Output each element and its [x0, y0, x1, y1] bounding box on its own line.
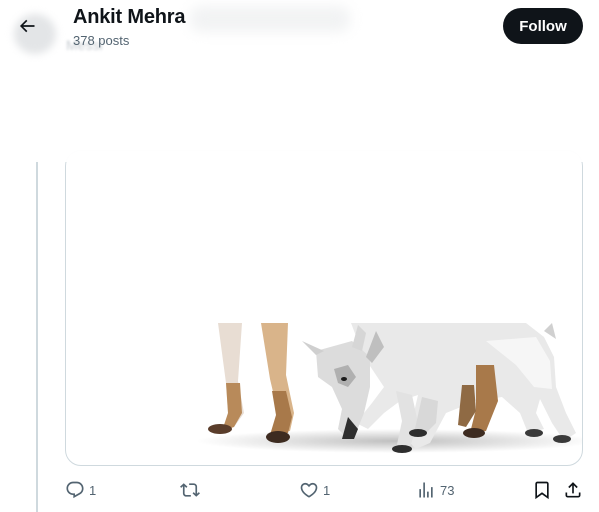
- reply-count: 1: [89, 482, 97, 498]
- profile-name: Ankit Mehra: [73, 6, 186, 28]
- repost-button[interactable]: [180, 476, 204, 504]
- share-button[interactable]: [563, 476, 583, 504]
- arrow-left-icon: [19, 19, 35, 33]
- views-count: 73: [440, 482, 455, 498]
- views-icon: [419, 482, 433, 498]
- profile-header: Messi Ankit Mehra 378 posts Follow: [0, 0, 599, 162]
- bookmark-icon: [535, 481, 549, 500]
- post-media[interactable]: [65, 150, 583, 466]
- reply-button[interactable]: 1: [65, 476, 96, 504]
- bookmark-button[interactable]: [532, 476, 552, 504]
- heart-icon: [300, 482, 318, 498]
- ghost-content: [190, 6, 350, 32]
- follow-button[interactable]: Follow: [503, 8, 583, 44]
- reply-icon: [66, 481, 84, 499]
- posts-count: 378 posts: [73, 33, 130, 48]
- views-button[interactable]: 73: [416, 476, 454, 504]
- like-button[interactable]: 1: [299, 476, 330, 504]
- thread-line: [36, 160, 38, 512]
- like-count: 1: [323, 482, 331, 498]
- goats-image: [196, 323, 582, 453]
- back-button[interactable]: [7, 6, 47, 46]
- repost-icon: [180, 483, 200, 497]
- post-actions: 1 1 73: [0, 476, 599, 504]
- share-icon: [565, 482, 581, 498]
- profile-post-view: Messi Ankit Mehra 378 posts Follow 1 1 7…: [0, 0, 599, 512]
